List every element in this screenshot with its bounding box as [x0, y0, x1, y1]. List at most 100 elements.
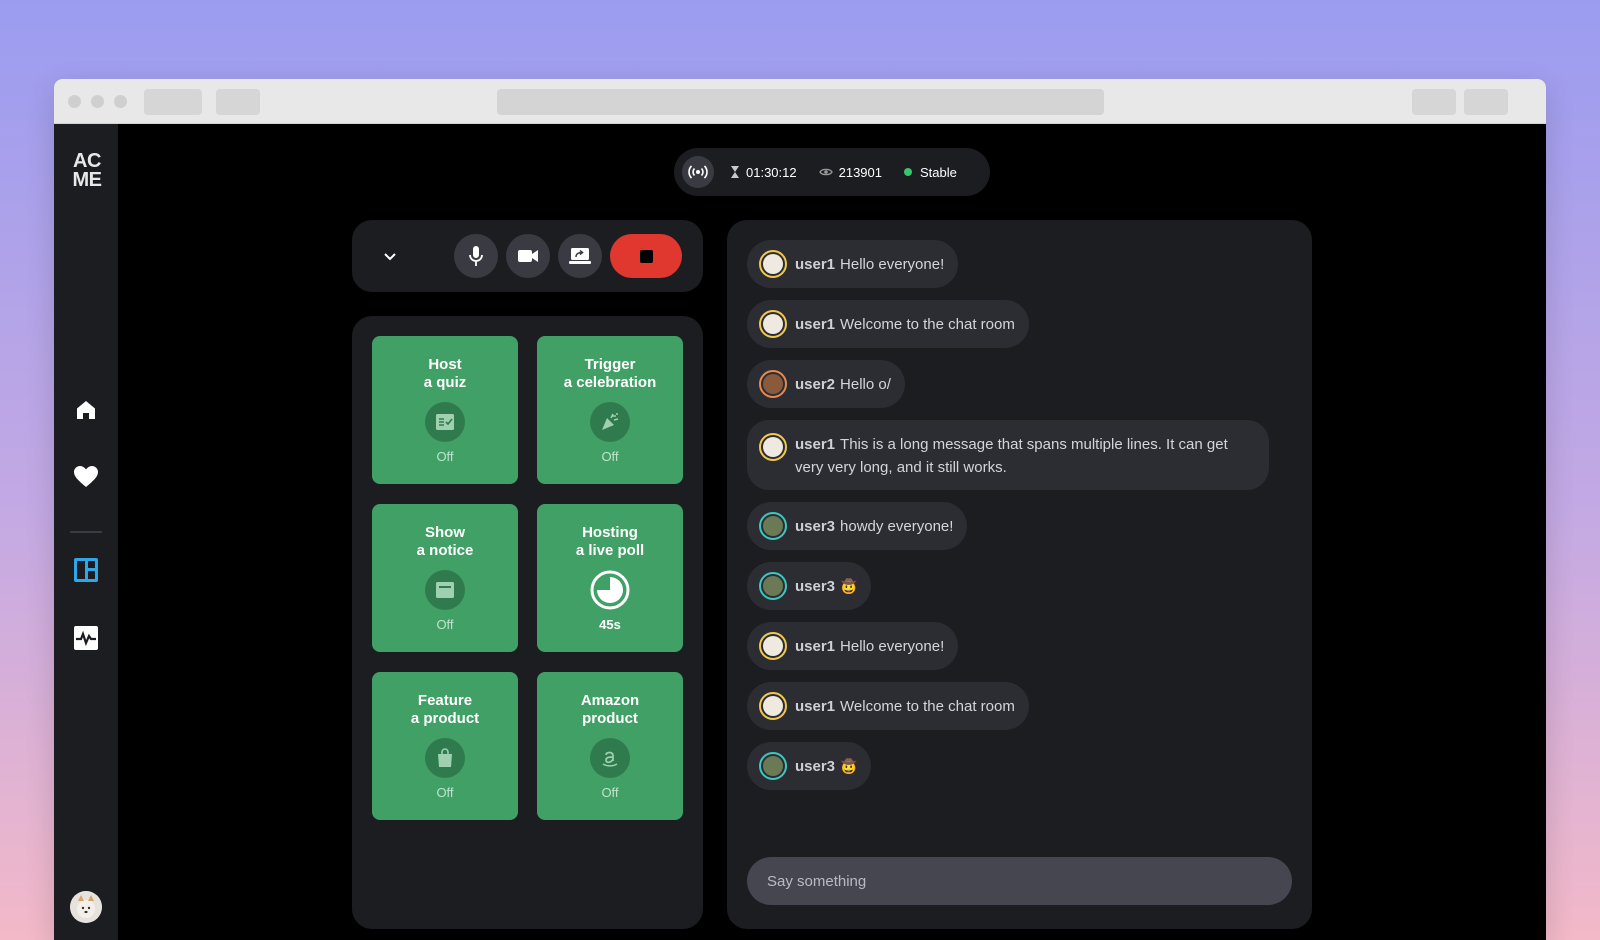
sidebar-toggle-button[interactable] [216, 89, 260, 115]
tile-title: Show a notice [372, 524, 518, 560]
action-tile-feature-product[interactable]: Feature a product Off [372, 672, 518, 820]
sidebar-item-activity[interactable] [72, 624, 100, 652]
hourglass-icon [731, 166, 739, 178]
minimize-window-dot[interactable] [91, 95, 104, 108]
chat-message: user2 Hello o/ [747, 360, 905, 408]
message-username: user1 [795, 697, 836, 715]
amazon-icon [590, 738, 630, 778]
status-dot [904, 168, 912, 176]
tile-status: Off [436, 785, 454, 800]
camera-button[interactable] [506, 234, 550, 278]
tile-title-line2: a product [410, 710, 480, 727]
browser-titlebar [54, 79, 1546, 124]
message-username: user1 [795, 255, 836, 273]
tile-title: Host a quiz [372, 356, 518, 392]
message-text: Welcome to the chat room [840, 315, 1015, 333]
message-text: Hello everyone! [840, 255, 945, 273]
share-button[interactable] [1412, 89, 1456, 115]
message-text: This is a long message that spans multip… [795, 436, 1228, 476]
back-forward-buttons[interactable] [144, 89, 202, 115]
action-tile-live-poll[interactable]: Hosting a live poll 45s [537, 504, 683, 652]
message-username: user3 [795, 577, 836, 595]
broadcast-button[interactable] [682, 156, 714, 188]
sidebar-item-favorites[interactable] [72, 463, 100, 491]
message-text: Welcome to the chat room [840, 697, 1015, 715]
viewers-text: 213901 [838, 164, 882, 180]
chevron-down-icon [384, 252, 396, 260]
tile-title-line2: product [582, 710, 638, 727]
tile-title: Feature a product [372, 692, 518, 728]
tile-title-line1: Trigger [584, 356, 636, 373]
new-tab-button[interactable] [1464, 89, 1508, 115]
stop-icon [639, 249, 653, 263]
chat-message: user1 Hello everyone! [747, 622, 959, 670]
tile-status: Off [436, 617, 454, 632]
chat-message: user1 This is a long message that spans m… [747, 420, 1269, 490]
chat-panel: user1 Hello everyone! user1 Welcome to t… [727, 220, 1312, 929]
message-username: user1 [795, 637, 836, 655]
message-username: user1 [795, 436, 836, 453]
microphone-button[interactable] [454, 234, 498, 278]
message-username: user3 [795, 517, 836, 535]
user-avatar[interactable] [70, 891, 102, 923]
collapse-button[interactable] [376, 242, 404, 270]
duration-text: 01:30:12 [746, 164, 797, 180]
video-camera-icon [518, 250, 538, 262]
tile-title-line1: Show [425, 524, 465, 541]
interactions-panel: Host a quiz Off Trigger a celebration Of… [352, 316, 703, 929]
action-tile-notice[interactable]: Show a notice Off [372, 504, 518, 652]
action-tile-quiz[interactable]: Host a quiz Off [372, 336, 518, 484]
activity-icon [74, 626, 98, 650]
heart-icon [74, 466, 98, 487]
chat-message: user3 howdy everyone! [747, 502, 968, 550]
notice-icon [425, 570, 465, 610]
sidebar-divider [70, 531, 102, 533]
tile-status: Off [601, 449, 619, 464]
action-tile-amazon-product[interactable]: Amazon product Off [537, 672, 683, 820]
connection-text: Stable [920, 164, 957, 180]
message-text: 🤠 [840, 757, 858, 774]
chat-message: user3 🤠 [747, 562, 872, 610]
tile-title-line2: a quiz [423, 374, 467, 391]
tile-status: Off [601, 785, 619, 800]
address-bar[interactable] [497, 89, 1104, 115]
screen-share-button[interactable] [558, 234, 602, 278]
tile-title: Amazon product [537, 692, 683, 728]
chat-message: user1 Welcome to the chat room [747, 300, 1029, 348]
sidebar: AC ME [54, 124, 118, 940]
chat-message: user3 🤠 [747, 742, 872, 790]
tile-title: Hosting a live poll [537, 524, 683, 560]
user3-avatar [759, 752, 787, 780]
message-username: user3 [795, 757, 836, 775]
shopping-bag-icon [425, 738, 465, 778]
eye-icon [818, 168, 833, 176]
user1-avatar [759, 310, 787, 338]
tile-title: Trigger a celebration [537, 356, 683, 392]
tile-title-line1: Amazon [580, 692, 640, 709]
message-username: user2 [795, 375, 836, 393]
user1-avatar [759, 433, 787, 461]
stop-stream-button[interactable] [610, 234, 682, 278]
message-username: user1 [795, 315, 836, 333]
tile-title-line2: a celebration [563, 374, 657, 391]
quiz-icon [425, 402, 465, 442]
action-tile-celebration[interactable]: Trigger a celebration Off [537, 336, 683, 484]
close-window-dot[interactable] [68, 95, 81, 108]
viewer-count: 213901 [818, 164, 882, 180]
home-icon [77, 401, 95, 419]
sidebar-item-home[interactable] [72, 396, 100, 424]
tile-title-line2: a notice [416, 542, 474, 559]
tile-title-line1: Host [428, 356, 462, 373]
pie-timer-icon [590, 570, 630, 610]
stream-status-bar: 01:30:12 213901 Stable [674, 148, 990, 196]
party-popper-icon [590, 402, 630, 442]
media-controls [352, 220, 703, 292]
user2-avatar [759, 370, 787, 398]
message-text: Hello everyone! [840, 637, 945, 655]
user1-avatar [759, 632, 787, 660]
user3-avatar [759, 572, 787, 600]
chat-input[interactable] [747, 857, 1292, 905]
dashboard-icon [74, 558, 98, 582]
maximize-window-dot[interactable] [114, 95, 127, 108]
sidebar-item-dashboard[interactable] [72, 556, 100, 584]
